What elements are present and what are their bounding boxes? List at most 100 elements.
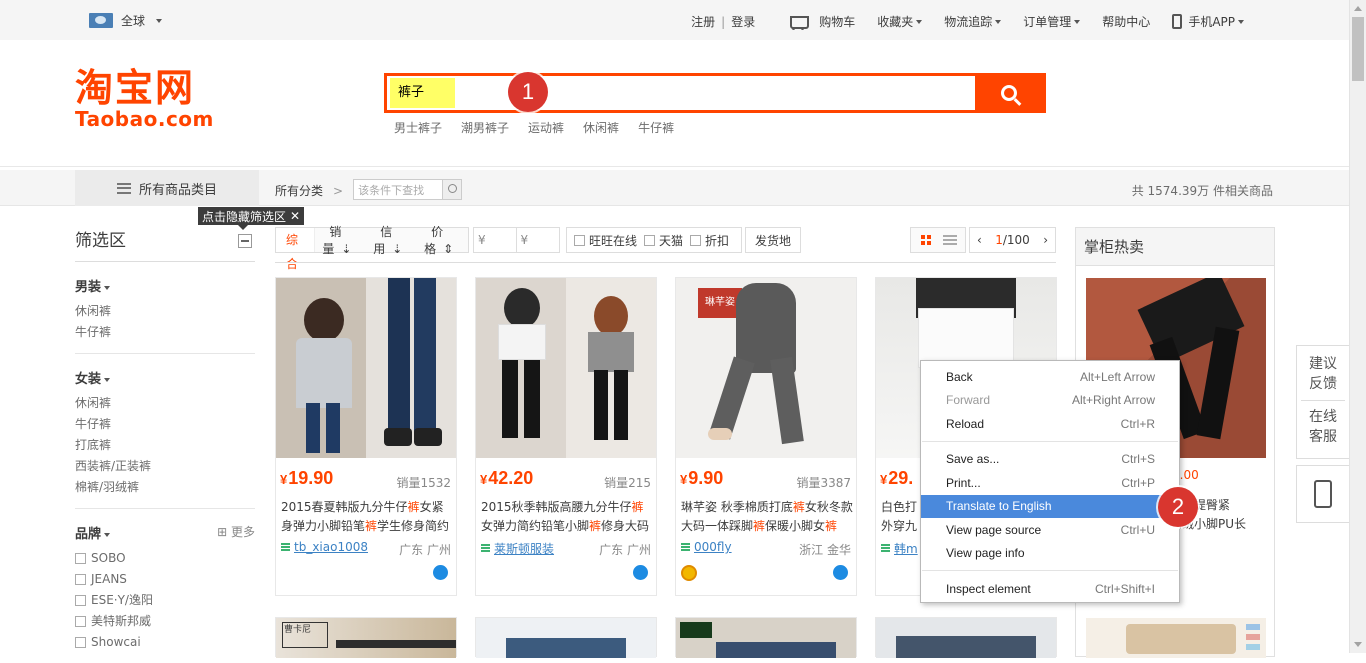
logistics-menu[interactable]: 物流追踪 [944,13,1002,30]
product-card[interactable]: ¥19.90 销量1532 2015春夏韩版九分牛仔裤女紧身弹力小脚铅笔裤学生修… [275,277,457,596]
product-image[interactable] [276,278,456,458]
sort-comprehensive[interactable]: 综合 [276,228,316,271]
product-image[interactable] [876,618,1056,658]
scroll-down-arrow-icon[interactable] [1354,642,1362,647]
tmall-checkbox[interactable]: 天猫 [637,232,683,249]
login-link[interactable]: 登录 [731,13,755,30]
shop-link[interactable]: 000fly [681,540,732,554]
grid-view-icon[interactable] [921,235,931,245]
taobao-logo[interactable]: 淘宝网 Taobao.com [75,68,214,130]
hot-word[interactable]: 牛仔裤 [638,119,674,136]
mobile-app-menu[interactable]: 手机APP [1172,13,1244,30]
filter-item[interactable]: 休闲裤 [75,301,255,322]
shop-link[interactable]: 韩m [881,540,918,557]
product-title[interactable]: 琳芊姿 秋季棉质打底裤女秋冬款大码一体踩脚裤保暖小脚女裤 [681,498,853,538]
hot-word[interactable]: 潮男裤子 [461,119,509,136]
search-input[interactable]: 裤子 [387,76,976,110]
ship-from-dropdown[interactable]: 发货地 [745,227,801,253]
search-icon[interactable] [442,180,462,199]
checkbox-icon[interactable] [75,637,86,648]
mobile-qr-button[interactable] [1296,465,1350,523]
wangwang-chat-icon[interactable] [433,565,448,580]
checkbox-icon[interactable] [574,234,585,246]
sort-credit[interactable]: 信用 ⇣ [366,223,417,257]
price-max-input[interactable]: ¥ [517,228,560,252]
all-categories-button[interactable]: 所有商品类目 [75,170,259,206]
menu-item-inspect[interactable]: Inspect element Ctrl+Shift+I [921,577,1179,601]
product-image[interactable]: 曹卡尼 [276,618,456,658]
checkbox-icon[interactable] [75,553,86,564]
checkbox-icon[interactable] [75,595,86,606]
collapse-icon[interactable] [238,234,252,248]
menu-item-reload[interactable]: Reload Ctrl+R [921,412,1179,436]
prev-page-icon[interactable]: ‹ [977,233,982,247]
brand-checkbox[interactable]: JEANS [75,569,255,590]
wangwang-chat-icon[interactable] [833,565,848,580]
wangwang-online-checkbox[interactable]: 旺旺在线 [567,232,637,249]
checkbox-icon[interactable] [644,234,656,246]
favorites-menu[interactable]: 收藏夹 [877,13,923,30]
product-card[interactable] [675,617,857,658]
menu-item-print[interactable]: Print... Ctrl+P [921,471,1179,495]
scroll-up-arrow-icon[interactable] [1354,6,1362,11]
discount-checkbox[interactable]: 折扣 [683,232,729,249]
product-image[interactable]: 琳芊姿 [676,278,856,458]
hot-word[interactable]: 运动裤 [528,119,564,136]
breadcrumb-all-classes[interactable]: 所有分类 [275,182,323,199]
scrollbar-thumb[interactable] [1352,17,1364,81]
filter-group-title[interactable]: 品牌 ⊞ 更多 [75,523,255,542]
product-image[interactable] [676,618,856,658]
menu-item-save-as[interactable]: Save as... Ctrl+S [921,448,1179,472]
next-page-icon[interactable]: › [1043,233,1048,247]
wangwang-chat-icon[interactable] [633,565,648,580]
filter-item[interactable]: 棉裤/羽绒裤 [75,477,255,498]
filter-item[interactable]: 牛仔裤 [75,414,255,435]
product-card[interactable]: ¥42.20 销量215 2015秋季韩版高腰九分牛仔裤女弹力简约铅笔小脚裤修身… [475,277,657,596]
product-card[interactable]: 琳芊姿 ¥9.90 销量3387 琳芊姿 秋季棉质打底裤女秋冬款大码一体踩脚裤保… [675,277,857,596]
brand-checkbox[interactable]: SOBO [75,548,255,569]
filter-item[interactable]: 牛仔裤 [75,322,255,343]
region-selector[interactable]: 全球 [89,12,163,29]
orders-menu[interactable]: 订单管理 [1023,13,1081,30]
close-icon[interactable]: ✕ [290,209,300,223]
filter-item[interactable]: 休闲裤 [75,393,255,414]
brand-checkbox[interactable]: Showcai [75,632,255,653]
filter-group-title[interactable]: 男装 [75,276,255,295]
sort-sales[interactable]: 销量 ⇣ [315,223,366,257]
brand-checkbox[interactable]: ESE·Y/逸阳 [75,590,255,611]
menu-item-forward[interactable]: Forward Alt+Right Arrow [921,389,1179,413]
help-link[interactable]: 帮助中心 [1102,13,1150,30]
menu-item-view-source[interactable]: View page source Ctrl+U [921,518,1179,542]
hot-sale-image[interactable] [1086,618,1266,658]
product-card[interactable] [875,617,1057,658]
product-image[interactable] [476,618,656,658]
brand-checkbox[interactable]: 美特斯邦威 [75,611,255,632]
menu-item-back[interactable]: Back Alt+Left Arrow [921,365,1179,389]
menu-item-translate[interactable]: Translate to English [921,494,1179,518]
list-view-icon[interactable] [943,235,957,245]
filter-group-title[interactable]: 女装 [75,368,255,387]
shop-link[interactable]: 莱斯顿服装 [481,540,554,557]
product-title[interactable]: 2015秋季韩版高腰九分牛仔裤女弹力简约铅笔小脚裤修身大码 [481,498,653,538]
product-title[interactable]: 2015春夏韩版九分牛仔裤女紧身弹力小脚铅笔裤学生修身简约 [281,498,453,538]
price-min-input[interactable]: ¥ [474,228,517,252]
register-link[interactable]: 注册 [691,13,715,30]
cart-link[interactable]: 购物车 [787,13,855,30]
feedback-button[interactable]: 建议反馈 [1308,354,1338,394]
vertical-scrollbar[interactable] [1349,0,1366,653]
product-card[interactable] [475,617,657,658]
product-image[interactable] [476,278,656,458]
product-card[interactable]: 曹卡尼 [275,617,457,658]
filter-item[interactable]: 打底裤 [75,435,255,456]
checkbox-icon[interactable] [75,616,86,627]
hot-word[interactable]: 休闲裤 [583,119,619,136]
refine-search-input[interactable]: 该条件下查找 [353,179,463,200]
hot-word[interactable]: 男士裤子 [394,119,442,136]
sort-price[interactable]: 价格 ⇕ [417,223,468,257]
filter-item[interactable]: 西装裤/正装裤 [75,456,255,477]
more-brands-link[interactable]: ⊞ 更多 [217,523,255,540]
checkbox-icon[interactable] [690,234,702,246]
checkbox-icon[interactable] [75,574,86,585]
shop-link[interactable]: tb_xiao1008 [281,540,368,554]
menu-item-page-info[interactable]: View page info [921,542,1179,566]
